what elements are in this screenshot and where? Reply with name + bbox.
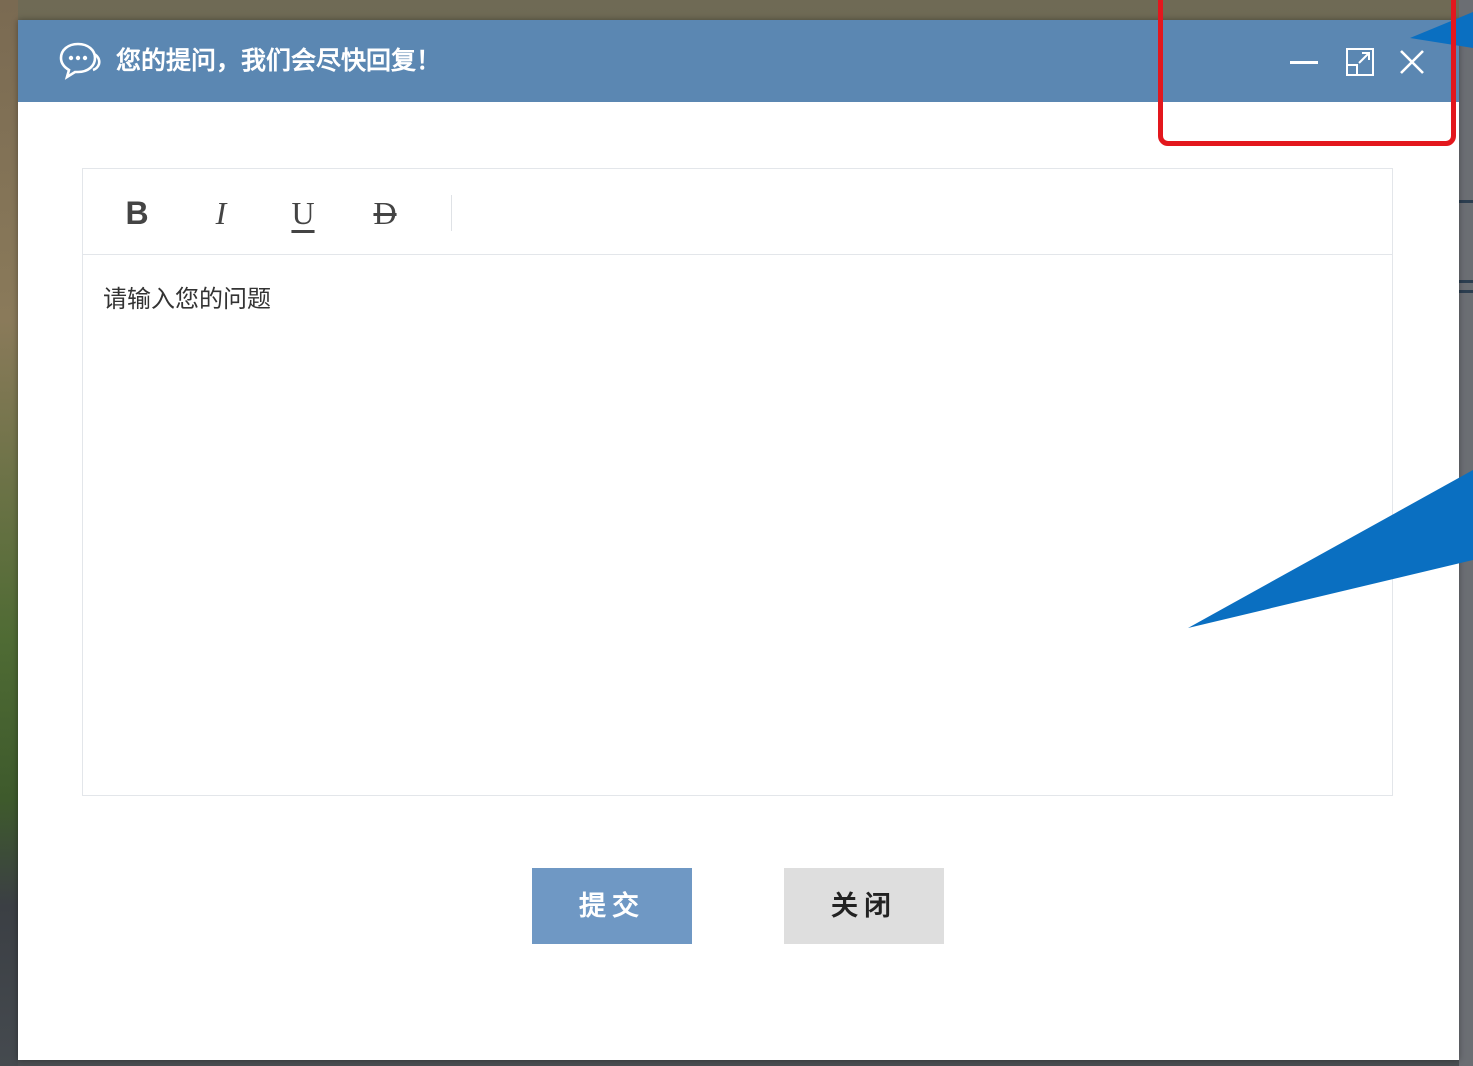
maximize-icon <box>1344 46 1376 78</box>
italic-button[interactable]: I <box>199 191 243 235</box>
question-dialog: 您的提问，我们会尽快回复！ B I U D 请输入您的问题 提交 关闭 <box>18 20 1459 1060</box>
question-input[interactable]: 请输入您的问题 <box>83 255 1392 795</box>
toolbar-divider <box>451 195 452 231</box>
rich-text-editor: B I U D 请输入您的问题 <box>82 168 1393 796</box>
strikethrough-button[interactable]: D <box>363 191 407 235</box>
minimize-icon <box>1288 46 1320 78</box>
bold-button[interactable]: B <box>115 191 159 235</box>
background-left <box>0 0 18 1066</box>
close-button[interactable]: 关闭 <box>784 868 944 944</box>
minimize-button[interactable] <box>1288 46 1320 78</box>
close-window-button[interactable] <box>1396 46 1428 78</box>
editor-toolbar: B I U D <box>83 169 1392 255</box>
dialog-titlebar: 您的提问，我们会尽快回复！ <box>18 20 1459 102</box>
background-right <box>1459 0 1473 1066</box>
underline-button[interactable]: U <box>281 191 325 235</box>
submit-button[interactable]: 提交 <box>532 868 692 944</box>
close-icon <box>1396 46 1428 78</box>
chat-bubble-icon <box>58 40 102 80</box>
maximize-button[interactable] <box>1344 46 1376 78</box>
dialog-title: 您的提问，我们会尽快回复！ <box>116 46 442 75</box>
